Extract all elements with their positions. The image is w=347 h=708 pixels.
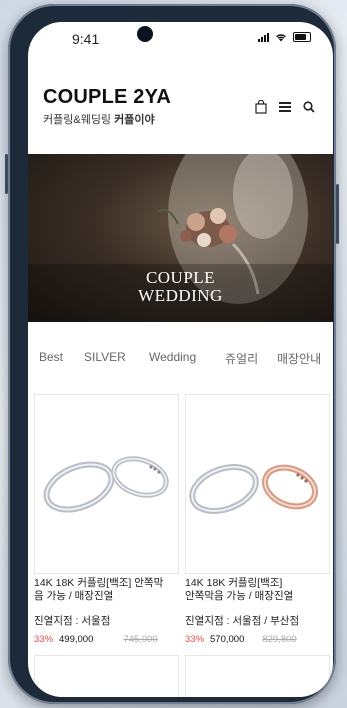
tab-best[interactable]: Best	[39, 350, 63, 364]
product-name-1[interactable]: 14K 18K 커플링[백조] 안쪽막 음 가능 / 매장진열	[34, 577, 179, 603]
ring-pair-image	[189, 464, 319, 514]
category-tabs: Best SILVER Wedding 쥬얼리 매장안내	[28, 350, 333, 368]
menu-icon[interactable]	[279, 102, 291, 112]
product-location-1: 진열지점 : 서울점	[34, 615, 111, 627]
product-name-2-line2: 안쪽막음 가능 / 매장진열	[185, 590, 294, 602]
camera-icon	[137, 26, 153, 42]
tab-silver[interactable]: SILVER	[84, 350, 126, 364]
wifi-icon	[276, 33, 286, 41]
product-image-3[interactable]	[34, 655, 179, 697]
sale-price: 499,000	[59, 634, 94, 645]
original-price: 829,800	[262, 634, 297, 645]
phone-frame: 9:41 COUPLE 2YA 커플링&웨딩링 커플이야 COUPLE WEDD…	[5, 4, 339, 704]
screen: 9:41 COUPLE 2YA 커플링&웨딩링 커플이야 COUPLE WEDD…	[28, 22, 333, 697]
volume-button	[5, 154, 8, 194]
brand-header[interactable]: COUPLE 2YA 커플링&웨딩링 커플이야	[43, 86, 171, 127]
product-location-2: 진열지점 : 서울점 / 부산점	[185, 615, 300, 627]
hero-banner[interactable]: COUPLE WEDDING	[28, 154, 333, 322]
product-name-2-line1: 14K 18K 커플링[백조]	[185, 577, 283, 589]
product-image-2[interactable]	[185, 394, 330, 574]
tab-store-info[interactable]: 매장안내	[277, 350, 321, 367]
brand-subtitle: 커플링&웨딩링 커플이야	[43, 111, 171, 127]
sale-price: 570,000	[210, 634, 245, 645]
battery-icon	[293, 32, 311, 42]
original-price: 745,000	[123, 634, 158, 645]
discount-badge: 33%	[185, 634, 205, 645]
ring-pair-image	[43, 456, 169, 513]
search-icon[interactable]	[303, 101, 315, 113]
tab-wedding[interactable]: Wedding	[149, 350, 196, 364]
brand-subtitle-plain: 커플링&웨딩링	[43, 114, 115, 126]
product-name-1-line2: 음 가능 / 매장진열	[34, 590, 114, 602]
brand-subtitle-bold: 커플이야	[114, 114, 155, 126]
hero-title-line1: COUPLE	[145, 268, 216, 287]
product-image-4[interactable]	[185, 655, 330, 697]
hero-title-line2: WEDDING	[138, 286, 223, 305]
bag-icon[interactable]	[255, 100, 267, 114]
power-button	[336, 184, 339, 244]
status-bar: 9:41	[28, 22, 333, 62]
brand-title: COUPLE 2YA	[43, 86, 171, 108]
product-name-2[interactable]: 14K 18K 커플링[백조] 안쪽막음 가능 / 매장진열	[185, 577, 330, 603]
status-time: 9:41	[72, 31, 100, 47]
product-name-1-line1: 14K 18K 커플링[백조] 안쪽막	[34, 577, 164, 589]
discount-badge: 33%	[34, 634, 54, 645]
product-price-row-1: 33% 499,000 745,000	[34, 634, 158, 645]
signal-icon	[258, 32, 269, 42]
product-image-1[interactable]	[34, 394, 179, 574]
product-price-row-2: 33% 570,000 829,800	[185, 634, 297, 645]
tab-jewelry[interactable]: 쥬얼리	[225, 350, 258, 367]
